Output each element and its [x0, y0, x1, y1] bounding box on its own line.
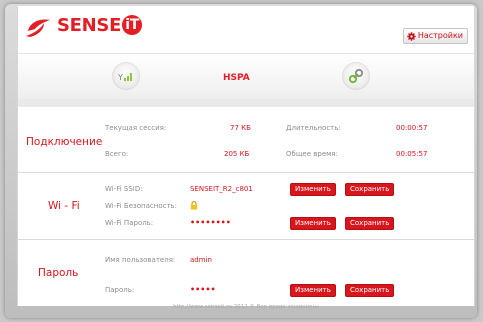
brand-badge: iT — [122, 15, 143, 35]
svg-text:Y: Y — [118, 73, 123, 82]
footer-copyright: http://www.senseit.ru 2012 © Все права з… — [173, 304, 319, 310]
brand-name: SENSE — [57, 15, 122, 36]
admin-password-save-button[interactable]: Сохранить — [345, 284, 395, 297]
senseit-logo-icon — [26, 19, 50, 37]
session-value: 77 КБ — [230, 124, 251, 132]
status-bar: Y HSPA — [18, 53, 474, 100]
gear-icon — [407, 31, 416, 41]
wifi-password-value: •••••••• — [190, 218, 231, 227]
password-section: Пароль Имя пользователя: admin Пароль: •… — [18, 240, 474, 304]
password-title: Пароль — [38, 267, 79, 279]
brand-logo: SENSE iT — [57, 15, 143, 36]
username-value: admin — [190, 256, 212, 264]
connection-title: Подключение — [26, 136, 103, 148]
divider — [18, 99, 474, 107]
username-label: Имя пользователя: — [105, 256, 176, 264]
total-time-value: 00:05:57 — [396, 150, 428, 158]
network-type: HSPA — [223, 73, 250, 83]
signal-indicator: Y — [112, 62, 140, 90]
admin-password-label: Пароль: — [105, 286, 135, 294]
connection-indicator — [342, 62, 370, 90]
wifi-password-label: Wi-Fi Пароль: — [105, 219, 154, 227]
signal-strength-icon: Y — [118, 72, 132, 82]
settings-button[interactable]: Настройки — [402, 28, 468, 44]
wifi-password-save-button[interactable]: Сохранить — [345, 217, 395, 230]
wifi-ssid-value: SENSEIT_R2_c801 — [190, 185, 253, 193]
total-label: Всего: — [105, 150, 129, 158]
wifi-password-change-button[interactable]: Изменить — [290, 217, 336, 230]
wifi-ssid-label: Wi-Fi SSID: — [105, 185, 143, 193]
lock-icon — [190, 201, 198, 210]
total-time-label: Общее время: — [286, 150, 338, 158]
wifi-title: Wi - Fi — [48, 200, 80, 212]
wifi-section: Wi - Fi Wi-Fi SSID: SENSEIT_R2_c801 Изме… — [18, 173, 474, 240]
session-label: Текущая сессия: — [105, 124, 167, 132]
connected-link-icon — [348, 68, 364, 84]
total-value: 205 КБ — [224, 150, 250, 158]
admin-password-change-button[interactable]: Изменить — [290, 284, 336, 297]
admin-password-value: ••••• — [190, 285, 216, 294]
wifi-security-label: Wi-Fi Безопасность: — [105, 202, 178, 210]
wifi-ssid-save-button[interactable]: Сохранить — [345, 183, 395, 196]
wifi-ssid-change-button[interactable]: Изменить — [290, 183, 336, 196]
duration-value: 00:00:57 — [396, 124, 428, 132]
main-panel: SENSE iT Настройки Y HSPA Подключение Те… — [17, 6, 475, 310]
connection-section: Подключение Текущая сессия: 77 КБ Длител… — [18, 110, 474, 173]
settings-label: Настройки — [417, 31, 463, 40]
duration-label: Длительность: — [286, 124, 341, 132]
